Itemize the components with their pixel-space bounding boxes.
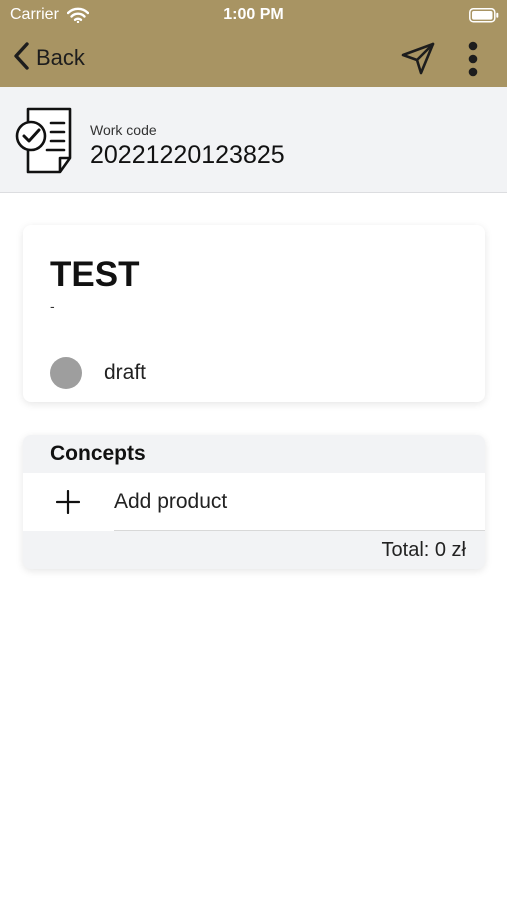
concepts-header: Concepts xyxy=(50,442,146,465)
add-product-row[interactable]: Add product xyxy=(23,473,485,531)
status-label: draft xyxy=(104,361,147,384)
back-label: Back xyxy=(36,45,85,70)
more-vertical-icon xyxy=(466,41,480,82)
row-divider xyxy=(114,530,485,531)
work-code-label: Work code xyxy=(90,122,157,138)
send-icon xyxy=(400,42,436,79)
chevron-left-icon xyxy=(12,41,30,76)
back-button[interactable]: Back xyxy=(12,41,85,76)
battery-icon xyxy=(469,8,499,28)
concepts-card: Concepts Add product Total: 0 zł xyxy=(23,435,485,569)
document-check-icon xyxy=(14,106,76,179)
order-title: TEST xyxy=(50,255,140,294)
order-subtitle: - xyxy=(50,298,55,314)
status-bar: Carrier 1:00 PM xyxy=(0,0,507,30)
total-amount: Total: 0 zł xyxy=(381,539,466,561)
work-code-section xyxy=(0,87,507,193)
work-code-value: 20221220123825 xyxy=(90,141,285,169)
more-options-button[interactable] xyxy=(466,40,480,83)
send-button[interactable] xyxy=(400,41,436,80)
clock: 1:00 PM xyxy=(223,6,284,23)
status-indicator-dot xyxy=(50,357,82,389)
navigation-bar: Carrier 1:00 PM Back xyxy=(0,0,507,87)
order-summary-card: TEST - draft xyxy=(23,225,485,402)
add-product-label: Add product xyxy=(114,490,228,513)
plus-icon xyxy=(55,489,81,519)
